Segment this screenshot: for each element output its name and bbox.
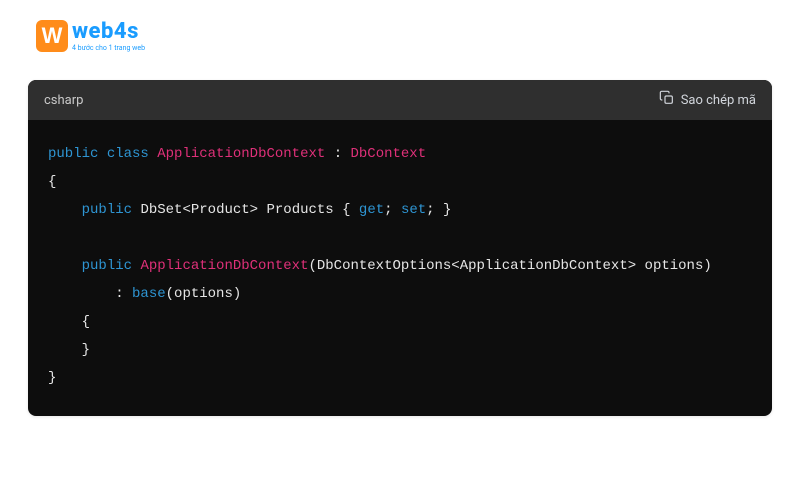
accessor-set: set [401, 202, 426, 218]
copy-button[interactable]: Sao chép mã [659, 90, 756, 110]
punct-p2: ) [703, 258, 711, 274]
punct-lt: < [182, 202, 190, 218]
prop-products: Products [266, 202, 333, 218]
punct-gt: > [250, 202, 258, 218]
type-options: DbContextOptions [317, 258, 451, 274]
keyword-public: public [82, 202, 132, 218]
arg-options: options [174, 286, 233, 302]
type-appdb: ApplicationDbContext [157, 146, 325, 162]
punct-p1: ( [308, 258, 316, 274]
code-header: csharp Sao chép mã [28, 80, 772, 120]
keyword-class: class [107, 146, 149, 162]
copy-label: Sao chép mã [681, 93, 756, 108]
logo-text-wrap: web4s 4 bước cho 1 trang web [72, 21, 145, 52]
punct-b1: { [342, 202, 350, 218]
ctor-name: ApplicationDbContext [140, 258, 308, 274]
copy-icon [659, 90, 675, 110]
punct-gt2: > [628, 258, 636, 274]
accessor-get: get [359, 202, 384, 218]
logo-tagline: 4 bước cho 1 trang web [72, 45, 145, 52]
keyword-base: base [132, 286, 166, 302]
punct-p3: ( [166, 286, 174, 302]
type-product: Product [191, 202, 250, 218]
code-body: public class ApplicationDbContext : DbCo… [28, 120, 772, 416]
param-options: options [645, 258, 704, 274]
type-dbset: DbSet [140, 202, 182, 218]
language-label: csharp [44, 93, 83, 108]
punct-brace-o2: { [82, 314, 90, 330]
punct-colon2: : [115, 286, 123, 302]
type-appdb2: ApplicationDbContext [460, 258, 628, 274]
punct-p4: ) [233, 286, 241, 302]
logo: W web4s 4 bước cho 1 trang web [36, 20, 772, 52]
punct-b2: } [443, 202, 451, 218]
punct-semi2: ; [426, 202, 434, 218]
punct-colon: : [334, 146, 342, 162]
type-dbcontext: DbContext [351, 146, 427, 162]
punct-brace-close: } [48, 370, 56, 386]
punct-semi: ; [384, 202, 392, 218]
logo-text: web4s [72, 21, 145, 43]
punct-lt2: < [451, 258, 459, 274]
logo-icon: W [36, 20, 68, 52]
keyword-public: public [82, 258, 132, 274]
punct-brace-open: { [48, 174, 56, 190]
code-block: csharp Sao chép mã public class Applicat… [28, 80, 772, 416]
punct-brace-c2: } [82, 342, 90, 358]
keyword-public: public [48, 146, 98, 162]
